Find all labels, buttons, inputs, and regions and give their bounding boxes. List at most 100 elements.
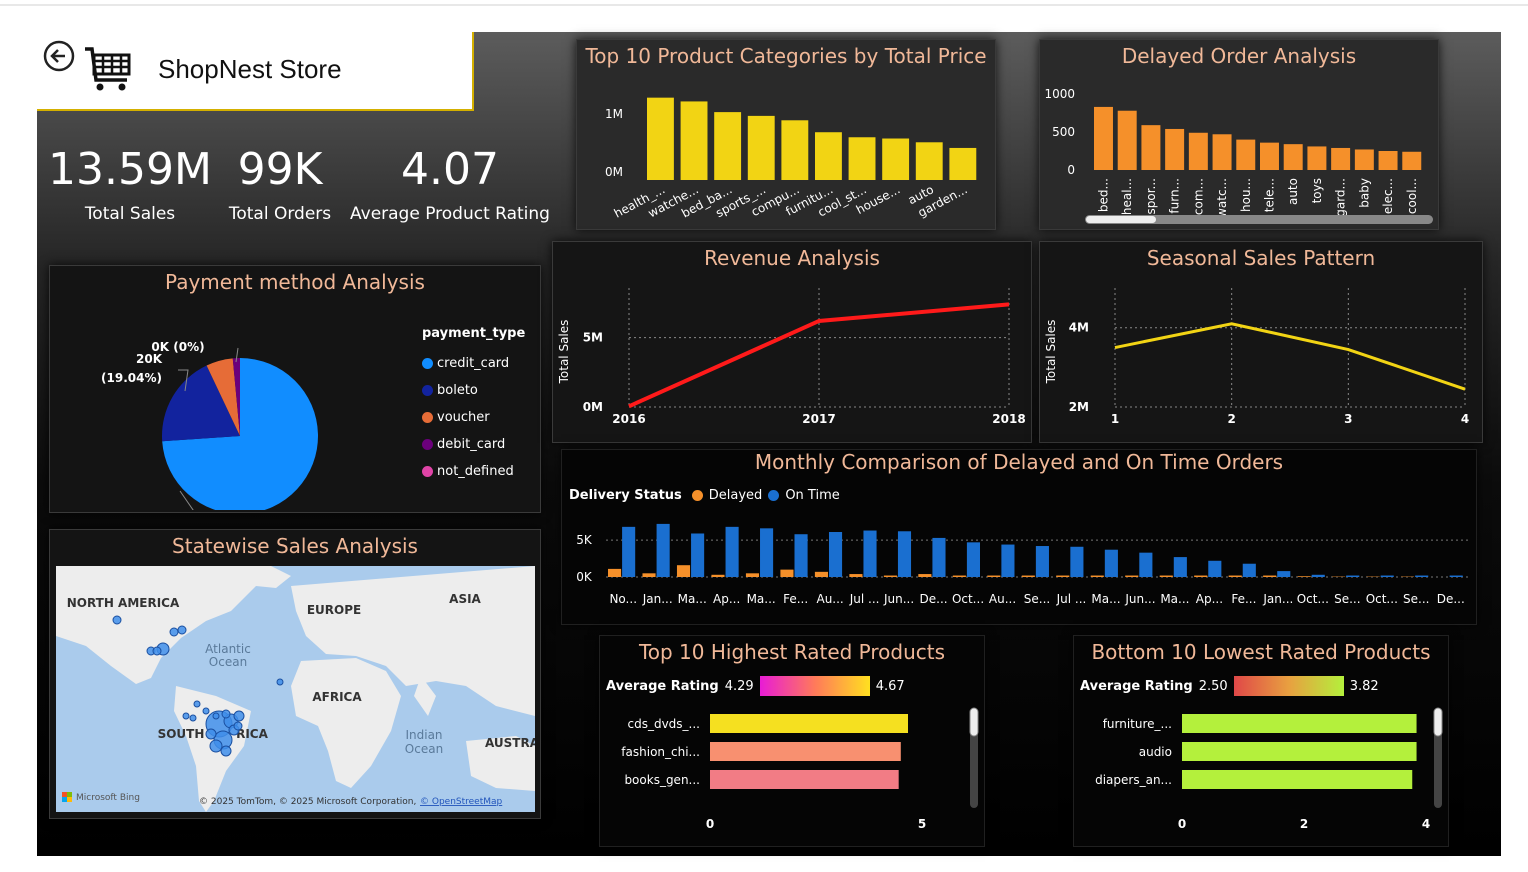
bing-logo-icon [62,797,67,802]
revenue-panel[interactable]: Revenue Analysis Total Sales 5M 0M 2016 2017… [552,241,1032,443]
payment-legend-item[interactable]: not_defined [422,458,532,485]
month-tick-label: Ap... [713,592,740,606]
legend-dot [422,385,433,396]
rating-bar [1182,714,1417,733]
ontime-bar [828,532,843,577]
category-tick-label: baby [1357,178,1371,208]
statewise-panel[interactable]: Statewise Sales Analysis NORTH AMERICA EU… [49,529,541,819]
legend-dot [422,439,433,450]
gradient-label: Average Rating [1080,678,1193,694]
month-tick-label: Ma... [1160,592,1189,606]
store-name: ShopNest Store [158,54,342,84]
delayed-bar [1260,142,1279,170]
payment-legend-title: payment_type [422,326,526,341]
gradient-max: 3.82 [1349,678,1379,694]
top-rated-gradient-legend: Average Rating 4.29 4.67 [606,676,905,696]
delayed-bar [608,568,622,577]
pie-data-label: (19.04%) [101,371,162,385]
monthly-panel[interactable]: Monthly Comparison of Delayed and On Tim… [561,449,1477,625]
map-attribution: © 2025 TomTom, © 2025 Microsoft Corporat… [199,797,416,807]
payment-legend-item[interactable]: credit_card [422,350,532,377]
delayed-orders-panel[interactable]: Delayed Order Analysis 1000 500 0 bed... hea… [1039,39,1439,230]
y-tick-label: 4M [1069,321,1089,335]
bottom-rated-panel[interactable]: Bottom 10 Lowest Rated Products Average … [1073,635,1449,847]
header-card: ShopNest Store [37,32,474,111]
category-bar [815,132,842,180]
payment-legend-item[interactable]: debit_card [422,431,532,458]
sales-bubble [233,710,245,722]
scrollbar-thumb[interactable] [1086,216,1156,223]
seasonal-title: Seasonal Sales Pattern [1146,246,1376,270]
category-tick-label: spor... [1144,178,1158,215]
delayed-bar [711,574,725,577]
y-tick-label: 5K [576,533,593,547]
top-rated-title: Top 10 Highest Rated Products [638,640,946,664]
sales-bubble [209,739,223,753]
x-tick-label: 0 [1178,817,1186,831]
map-label: AUSTRA [485,736,535,750]
month-tick-label: Jan... [642,592,673,606]
category-tick-label: hou... [1239,178,1253,212]
product-label: audio [1139,745,1172,759]
series-line [628,302,1010,409]
kpi-total-sales-value: 13.59M [48,144,212,195]
product-label: diapers_an... [1095,773,1172,787]
bottom-rated-bar-chart: furniture_...audio diapers_an... 0 2 4 [1095,707,1443,831]
category-tick-label: auto [1286,178,1300,205]
sales-bubble [205,728,217,740]
month-tick-label: Fe... [1231,592,1256,606]
month-tick-label: Au... [989,592,1016,606]
seasonal-line-chart: Total Sales 4M 2M 1 2 3 4 [1044,288,1469,426]
ontime-bar [1242,563,1256,577]
ontime-bar [1001,544,1015,577]
seasonal-panel[interactable]: Seasonal Sales Pattern Total Sales 4M 2M 1 2… [1039,241,1483,443]
category-bar [714,112,742,180]
delayed-bar [1117,110,1137,170]
product-label: fashion_chi... [621,745,700,759]
ontime-bar [1035,546,1049,577]
back-arrow-icon[interactable] [43,40,75,72]
category-tick-label: furn... [1168,178,1182,214]
y-axis-title: Total Sales [1044,320,1058,385]
category-bar [949,147,977,180]
rating-bar [710,742,901,761]
top-rated-panel[interactable]: Top 10 Highest Rated Products Average Ra… [599,635,985,847]
category-tick-label: toys [1310,178,1324,203]
category-tick-label: tele... [1262,178,1276,212]
sales-bubble [221,709,231,719]
monthly-legend-title: Delivery Status [569,488,682,503]
delayed-bar [780,569,794,577]
payment-legend-item[interactable]: voucher [422,404,532,431]
category-bar [680,101,708,180]
ontime-bar [691,533,705,577]
delayed-orders-chart: 1000 500 0 bed... heal... spor... furn... com..… [1044,87,1422,218]
month-tick-label: Ma... [678,592,707,606]
gradient-min: 2.50 [1198,678,1228,694]
top-categories-title: Top 10 Product Categories by Total Price [585,44,987,68]
month-tick-label: Fe... [783,592,808,606]
statewise-map[interactable]: NORTH AMERICA EUROPEASIAAtlanticOceanAFRI… [56,566,535,812]
horizontal-scrollbar[interactable] [1085,215,1433,224]
ontime-bar [1449,575,1463,577]
payment-legend-items: credit_card boleto voucher debit_card not_de… [422,350,532,485]
top-border [0,4,1528,6]
bottom-rated-title: Bottom 10 Lowest Rated Products [1091,640,1431,664]
payment-method-panel[interactable]: Payment method Analysis 0K (0%) 20K (19.04… [49,265,541,513]
month-tick-label: No... [609,592,637,606]
ontime-bar [1415,575,1429,577]
y-tick-label: 0K [576,570,593,584]
delayed-bar [1194,575,1208,577]
statewise-title: Statewise Sales Analysis [172,534,418,558]
delayed-bar [1125,575,1139,577]
map-label: Ocean [405,742,443,756]
month-tick-label: Ma... [747,592,776,606]
monthly-legend: Delivery Status Delayed On Time [569,488,840,503]
y-tick-label: 1M [605,107,623,121]
bing-logo-icon [67,792,72,797]
month-tick-label: De... [1437,592,1465,606]
payment-legend-item[interactable]: boleto [422,377,532,404]
category-bar [781,120,809,180]
top-categories-panel[interactable]: Top 10 Product Categories by Total Price… [576,39,996,230]
kpi-total-orders-label: Total Orders [228,204,332,224]
y-axis-title: Total Sales [557,320,571,385]
